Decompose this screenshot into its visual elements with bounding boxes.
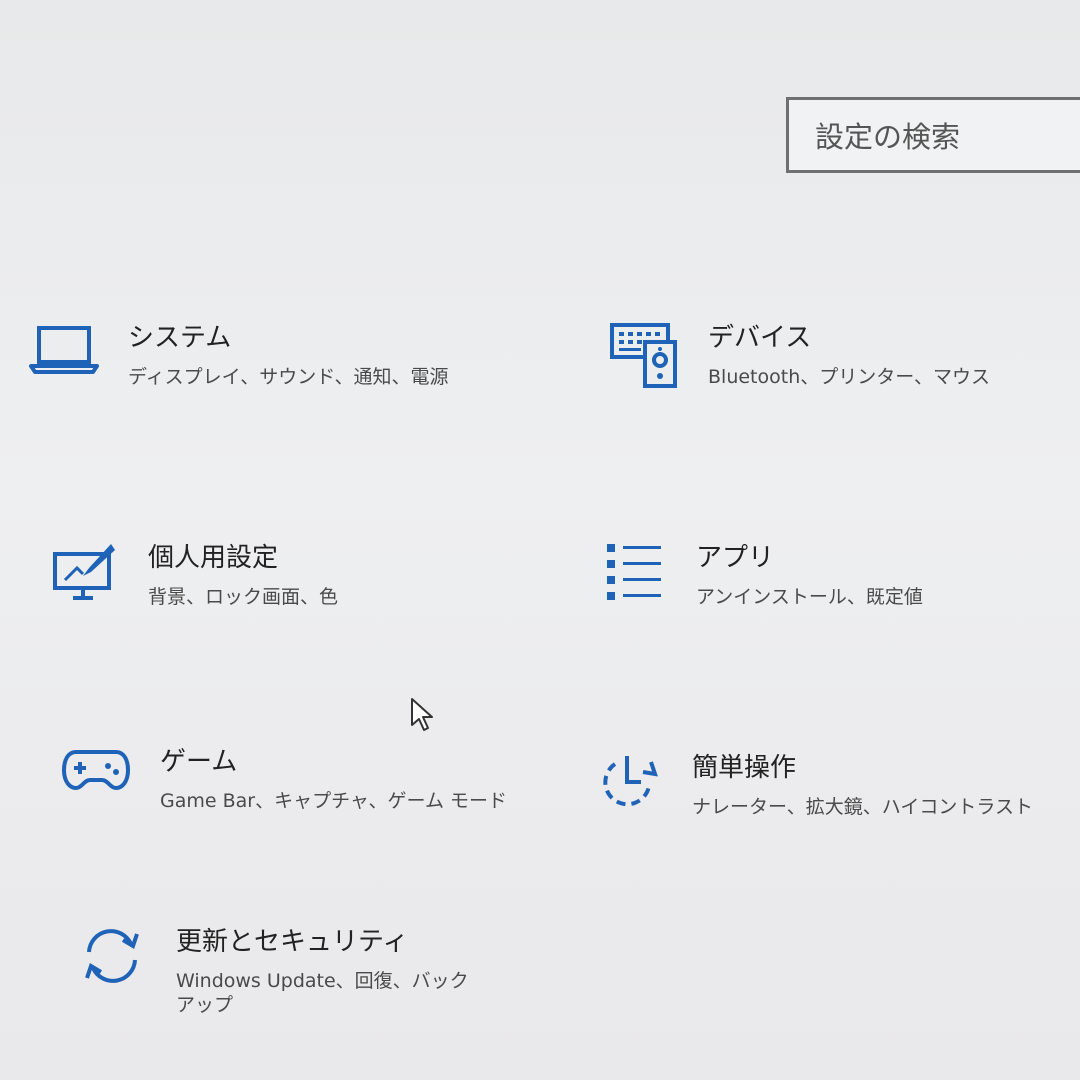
gamepad-icon (56, 746, 136, 826)
mouse-cursor-icon (410, 697, 436, 737)
tile-description: Windows Update、回復、バックアップ (176, 969, 469, 1017)
settings-search-box[interactable]: 設定の検索 (786, 97, 1080, 173)
settings-home: 設定の検索 システム ディスプレイ、サウンド、通知、電源 デバイス Blueto… (0, 0, 1080, 1080)
tile-description: 背景、ロック画面、色 (148, 585, 339, 608)
apps-list-icon (592, 542, 672, 622)
search-placeholder: 設定の検索 (815, 120, 961, 154)
devices-icon (604, 322, 684, 402)
tile-devices[interactable]: デバイス Bluetooth、プリンター、マウス (604, 322, 990, 402)
tile-title: アプリ (696, 543, 775, 573)
tile-title: 更新とセキュリティ (176, 927, 409, 957)
tile-ease-of-access[interactable]: 簡単操作 ナレーター、拡大鏡、ハイコントラスト (588, 752, 1033, 832)
tile-description: Bluetooth、プリンター、マウス (708, 365, 991, 388)
personalization-icon (44, 542, 124, 622)
tile-title: 簡単操作 (692, 753, 797, 783)
tile-description: アンインストール、既定値 (696, 585, 923, 608)
tile-update-security[interactable]: 更新とセキュリティ Windows Update、回復、バックアップ (72, 926, 476, 1018)
tile-title: 個人用設定 (148, 543, 279, 573)
laptop-icon (24, 322, 104, 402)
tile-title: デバイス (708, 323, 812, 353)
tile-title: システム (128, 323, 232, 353)
tile-apps[interactable]: アプリ アンインストール、既定値 (592, 542, 923, 622)
sync-icon (72, 926, 152, 1006)
tile-description: ディスプレイ、サウンド、通知、電源 (128, 365, 449, 388)
tile-system[interactable]: システム ディスプレイ、サウンド、通知、電源 (24, 322, 449, 402)
tile-description: Game Bar、キャプチャ、ゲーム モード (160, 789, 507, 812)
tile-gaming[interactable]: ゲーム Game Bar、キャプチャ、ゲーム モード (56, 746, 507, 826)
tile-title: ゲーム (160, 747, 238, 777)
tile-personalization[interactable]: 個人用設定 背景、ロック画面、色 (44, 542, 338, 622)
ease-of-access-icon (588, 752, 668, 832)
tile-description: ナレーター、拡大鏡、ハイコントラスト (692, 795, 1034, 818)
